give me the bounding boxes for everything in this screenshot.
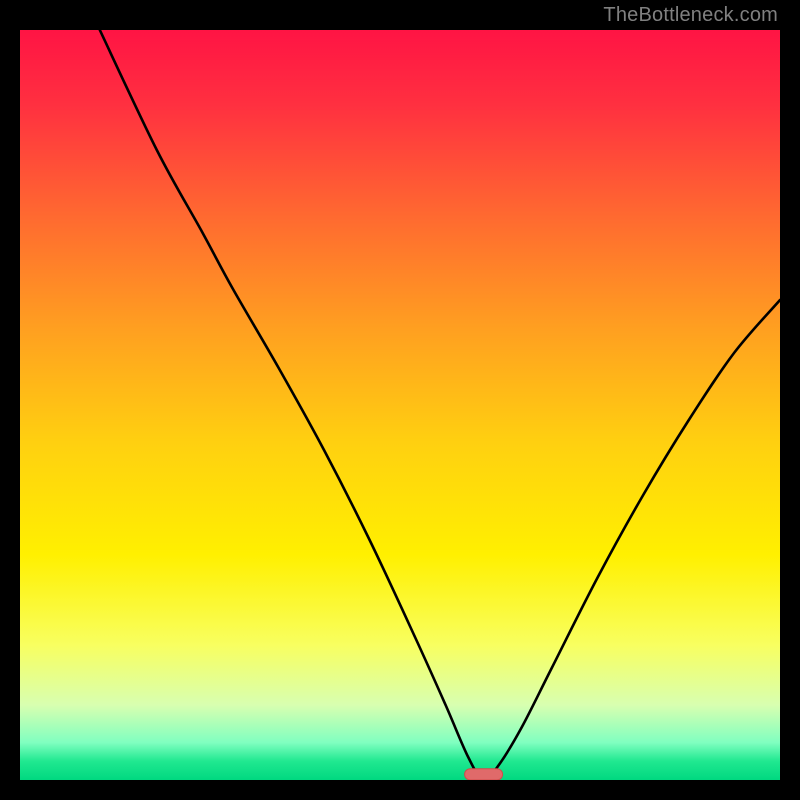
- optimal-marker: [465, 769, 503, 780]
- plot-area: [20, 30, 780, 780]
- watermark-text: TheBottleneck.com: [603, 4, 778, 27]
- bottleneck-chart-svg: [20, 30, 780, 780]
- chart-frame: TheBottleneck.com: [0, 0, 800, 800]
- gradient-background: [20, 30, 780, 780]
